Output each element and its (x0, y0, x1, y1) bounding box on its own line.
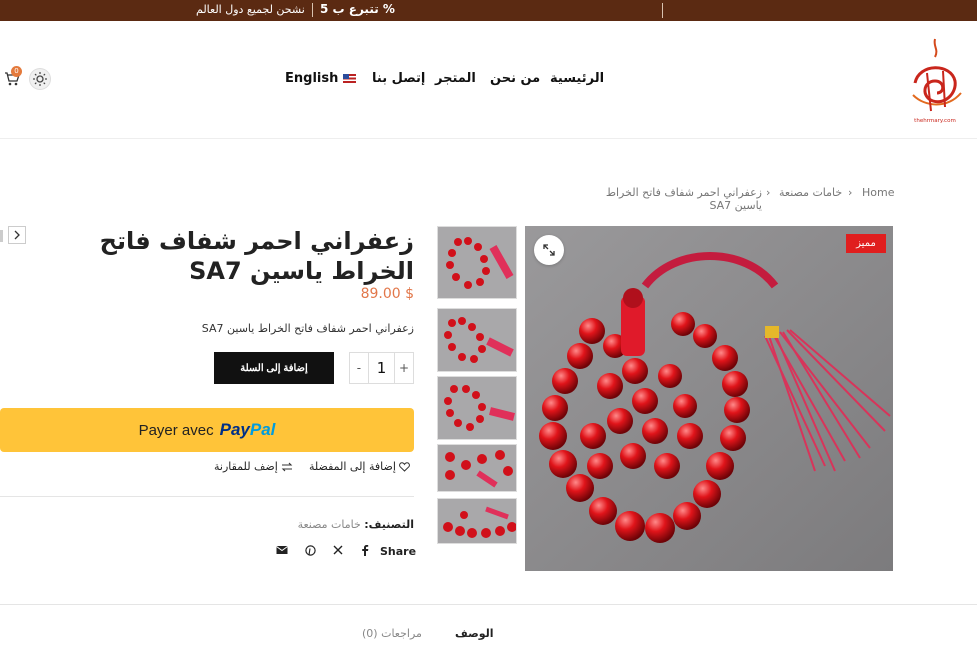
zoom-button[interactable] (534, 235, 564, 265)
compare-arrows-icon (282, 462, 293, 472)
site-header: 0 English إتصل بنا المتجر من نحن الرئيسي… (0, 21, 977, 139)
product-title: زعفراني احمر شفاف فاتح الخراط ياسين SA7 (99, 227, 414, 285)
featured-badge: مميز (846, 234, 886, 253)
paypal-logo: PayPal (220, 420, 276, 440)
thumbnail-5[interactable] (437, 498, 517, 544)
envelope-icon (276, 546, 288, 554)
tabs-divider (0, 604, 977, 605)
expand-icon (543, 244, 555, 256)
sun-icon (33, 72, 47, 86)
breadcrumb-category[interactable]: خامات مصنعة (779, 186, 842, 199)
thumbnail-1[interactable] (437, 226, 517, 299)
nav-home[interactable]: الرئيسية (550, 71, 604, 86)
nav-about[interactable]: من نحن (490, 71, 540, 86)
site-logo[interactable]: thehrmary.com (905, 33, 965, 128)
quantity-decrease-button[interactable]: - (350, 353, 368, 383)
thumbnail-image (438, 377, 516, 439)
summary-divider (0, 496, 414, 497)
share-label: Share (380, 545, 417, 558)
nav-contact[interactable]: إتصل بنا (372, 71, 425, 86)
paypal-logo-pay: Pay (219, 420, 250, 439)
topbar-divider (312, 3, 313, 17)
breadcrumb-home[interactable]: Home (862, 186, 894, 199)
pinterest-icon (305, 545, 316, 556)
cart-count-badge: 0 (11, 66, 22, 77)
theme-toggle-button[interactable] (30, 69, 50, 89)
add-to-wishlist-link[interactable]: إضافة إلى المفضلة (309, 460, 411, 473)
category-label: التصنيف: (364, 518, 414, 531)
donation-notice: تتبرع ب 5 % (320, 2, 395, 16)
product-price: 89.00 $ (360, 286, 414, 302)
heart-icon (399, 462, 411, 472)
language-switch[interactable]: English (285, 71, 358, 86)
nav-store[interactable]: المتجر (435, 71, 476, 86)
facebook-icon (362, 545, 369, 556)
quantity-increase-button[interactable]: + (395, 353, 413, 383)
logo-caption: thehrmary.com (914, 118, 956, 124)
top-bar: نشحن لجميع دول العالم تتبرع ب 5 % (0, 0, 977, 21)
thumbnail-4[interactable] (437, 444, 517, 492)
paypal-button[interactable]: Payer avec PayPal (0, 408, 414, 452)
product-main-image[interactable] (525, 226, 893, 571)
breadcrumb-current: زعفراني احمر شفاف فاتح الخراط ياسين SA7 (605, 186, 762, 212)
add-to-compare-link[interactable]: إضف للمقارنة (214, 460, 293, 473)
share-email-button[interactable] (276, 545, 288, 558)
x-twitter-icon (333, 545, 343, 555)
tab-reviews[interactable]: مراجعات (0) (362, 627, 422, 640)
edge-marker (0, 230, 3, 242)
product-short-description: زعفراني احمر شفاف فاتح الخراط ياسين SA7 (201, 322, 414, 335)
wishlist-label: إضافة إلى المفضلة (309, 460, 396, 473)
share-facebook-button[interactable] (361, 545, 369, 559)
breadcrumb-separator: › (848, 186, 853, 199)
paypal-logo-pal: Pal (249, 420, 276, 439)
thumbnail-3[interactable] (437, 376, 517, 440)
paypal-prefix: Payer avec (138, 421, 214, 439)
thumbnail-image (438, 499, 516, 543)
share-pinterest-button[interactable] (305, 545, 316, 559)
prayer-beads-image (525, 226, 893, 571)
chevron-right-icon (14, 230, 20, 240)
shipping-notice: نشحن لجميع دول العالم (196, 3, 305, 16)
topbar-divider-right (662, 3, 663, 18)
product-category: التصنيف: خامات مصنعة (250, 518, 414, 531)
thumbnail-image (438, 445, 516, 491)
language-label: English (285, 71, 339, 86)
category-link[interactable]: خامات مصنعة (298, 518, 361, 531)
quantity-input[interactable]: 1 (367, 353, 396, 383)
share-x-button[interactable] (333, 545, 343, 558)
thumbnail-image (438, 309, 516, 371)
thumbnail-image (438, 227, 516, 298)
logo-mark-icon: thehrmary.com (912, 38, 962, 124)
us-flag-icon (342, 74, 356, 83)
breadcrumb-separator: › (766, 186, 771, 199)
next-product-button[interactable] (8, 226, 26, 244)
thumbnail-2[interactable] (437, 308, 517, 372)
compare-label: إضف للمقارنة (214, 460, 278, 473)
tab-description[interactable]: الوصف (455, 627, 494, 640)
quantity-stepper: - 1 + (349, 352, 414, 384)
add-to-cart-button[interactable]: إضافة إلى السلة (214, 352, 334, 384)
